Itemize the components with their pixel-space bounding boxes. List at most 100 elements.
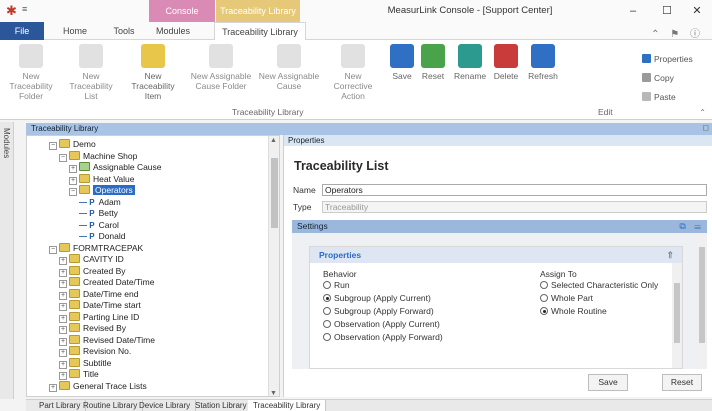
help-icons[interactable]: ⌃ ⚑ ⓘ: [651, 25, 704, 40]
new-traceability-item-button[interactable]: New Traceability Item: [124, 44, 182, 101]
new-corrective-action-button[interactable]: New Corrective Action: [324, 44, 382, 101]
tree-item[interactable]: — P Betty: [79, 208, 118, 219]
tab-home[interactable]: Home: [58, 22, 92, 40]
scroll-down-icon[interactable]: ▼: [270, 390, 277, 396]
bottom-tab[interactable]: Station Library: [190, 400, 253, 411]
behavior-radio[interactable]: Observation (Apply Forward): [323, 332, 443, 342]
scroll-up-icon[interactable]: ▲: [270, 137, 277, 144]
tab-traceability-library[interactable]: Traceability Library: [214, 22, 306, 41]
settings-scroll-thumb[interactable]: [699, 247, 705, 343]
delete-button[interactable]: Delete: [490, 44, 522, 81]
radio-button-icon[interactable]: [323, 320, 331, 328]
radio-button-icon[interactable]: [323, 281, 331, 289]
tree-item[interactable]: + Parting Line ID: [59, 311, 139, 323]
expand-icon[interactable]: +: [59, 268, 67, 277]
reset-ribbon-button[interactable]: Reset: [418, 44, 448, 81]
copy-button[interactable]: Copy: [642, 73, 674, 83]
radio-button-icon[interactable]: [540, 307, 548, 315]
expand-icon[interactable]: +: [59, 280, 67, 288]
refresh-button[interactable]: Refresh: [526, 44, 560, 81]
tree-item[interactable]: — P Adam: [79, 197, 121, 208]
tree-item[interactable]: + Created By: [59, 265, 126, 277]
tree-item[interactable]: + Subtitle: [59, 357, 111, 369]
name-field[interactable]: Operators: [322, 184, 707, 196]
tree-item[interactable]: + Heat Value: [69, 173, 134, 185]
card-scroll-thumb[interactable]: [674, 283, 680, 343]
tree-item[interactable]: + Revision No.: [59, 346, 131, 357]
new-traceability-list-button[interactable]: New Traceability List: [64, 44, 118, 101]
tree-item[interactable]: − Machine Shop: [59, 150, 137, 162]
expand-icon[interactable]: +: [59, 326, 67, 334]
expand-icon[interactable]: +: [59, 257, 67, 265]
settings-scrollbar[interactable]: [697, 233, 707, 369]
collapse-icon[interactable]: −: [49, 245, 57, 254]
radio-button-icon[interactable]: [540, 281, 548, 289]
expand-icon[interactable]: +: [59, 349, 67, 357]
assign-to-radio[interactable]: Whole Routine: [540, 306, 607, 316]
tree-scroll-thumb[interactable]: [271, 158, 278, 228]
tree-item[interactable]: — P Carol: [79, 220, 119, 231]
panel-pin-icon[interactable]: ◻: [702, 123, 709, 132]
tree-item[interactable]: + Revised Date/Time: [59, 334, 155, 346]
radio-button-icon[interactable]: [323, 294, 331, 302]
behavior-radio[interactable]: Observation (Apply Current): [323, 319, 440, 329]
quick-access-menu-icon[interactable]: ≡: [22, 4, 27, 14]
tree-item[interactable]: + Title: [59, 369, 99, 380]
tree-item[interactable]: — P Donald: [79, 231, 126, 242]
minimize-button[interactable]: –: [616, 0, 650, 22]
assign-to-radio[interactable]: Selected Characteristic Only: [540, 280, 658, 290]
collapse-icon[interactable]: −: [49, 142, 57, 150]
collapse-icon[interactable]: −: [69, 188, 77, 196]
radio-button-icon[interactable]: [323, 307, 331, 315]
save-ribbon-button[interactable]: Save: [388, 44, 416, 81]
assign-to-radio[interactable]: Whole Part: [540, 293, 593, 303]
radio-button-icon[interactable]: [323, 333, 331, 341]
expand-icon[interactable]: +: [69, 165, 77, 173]
tree-item[interactable]: − Demo: [49, 139, 96, 150]
bottom-tab[interactable]: Device Library: [134, 400, 197, 411]
paste-button[interactable]: Paste: [642, 92, 676, 102]
behavior-radio[interactable]: Subgroup (Apply Forward): [323, 306, 434, 316]
tree-item[interactable]: + CAVITY ID: [59, 254, 124, 265]
tree-item[interactable]: − Operators: [69, 185, 135, 196]
card-scrollbar[interactable]: [672, 263, 682, 368]
radio-button-icon[interactable]: [540, 294, 548, 302]
properties-button[interactable]: Properties: [642, 54, 693, 64]
tree-scrollbar[interactable]: ▲ ▼: [268, 136, 279, 396]
expand-icon[interactable]: +: [59, 291, 67, 300]
tree-item[interactable]: + Date/Time start: [59, 300, 141, 311]
expand-icon[interactable]: +: [59, 372, 67, 380]
rename-button[interactable]: Rename: [454, 44, 486, 81]
tab-file[interactable]: File: [0, 22, 44, 40]
tree-item[interactable]: + Revised By: [59, 323, 126, 334]
behavior-radio[interactable]: Run: [323, 280, 350, 290]
collapse-icon[interactable]: −: [59, 153, 67, 162]
maximize-button[interactable]: ☐: [650, 0, 684, 22]
expand-icon[interactable]: +: [69, 176, 77, 185]
expand-icon[interactable]: +: [59, 314, 67, 323]
reset-button[interactable]: Reset: [662, 374, 702, 391]
close-button[interactable]: ✕: [680, 0, 712, 22]
settings-view-icons[interactable]: ⧉ ☰: [679, 220, 704, 233]
tree-item[interactable]: + Created Date/Time: [59, 277, 155, 288]
tree-item[interactable]: + Date/Time end: [59, 288, 138, 300]
expand-icon[interactable]: +: [49, 383, 57, 392]
expand-icon[interactable]: +: [59, 360, 67, 369]
save-button[interactable]: Save: [588, 374, 628, 391]
new-traceability-folder-button[interactable]: New Traceability Folder: [4, 44, 58, 101]
expand-icon[interactable]: +: [59, 303, 67, 311]
tree-item[interactable]: + Assignable Cause: [69, 162, 162, 173]
collapse-card-icon[interactable]: ⇑: [666, 247, 674, 263]
ribbon-collapse-icon[interactable]: ⌃: [699, 108, 706, 117]
tab-modules[interactable]: Modules: [153, 22, 193, 40]
tree-item[interactable]: − FORMTRACEPAK: [49, 242, 143, 254]
new-assignable-cause-button[interactable]: New Assignable Cause: [258, 44, 320, 91]
modules-strip[interactable]: Modules: [0, 122, 14, 399]
app-logo-icon[interactable]: ✱: [6, 4, 20, 18]
behavior-radio[interactable]: Subgroup (Apply Current): [323, 293, 431, 303]
bottom-tab[interactable]: Traceability Library: [248, 400, 327, 411]
expand-icon[interactable]: +: [59, 337, 67, 346]
tab-tools[interactable]: Tools: [110, 22, 138, 40]
tree-item[interactable]: + General Trace Lists: [49, 380, 147, 392]
new-assignable-cause-folder-button[interactable]: New Assignable Cause Folder: [188, 44, 254, 91]
